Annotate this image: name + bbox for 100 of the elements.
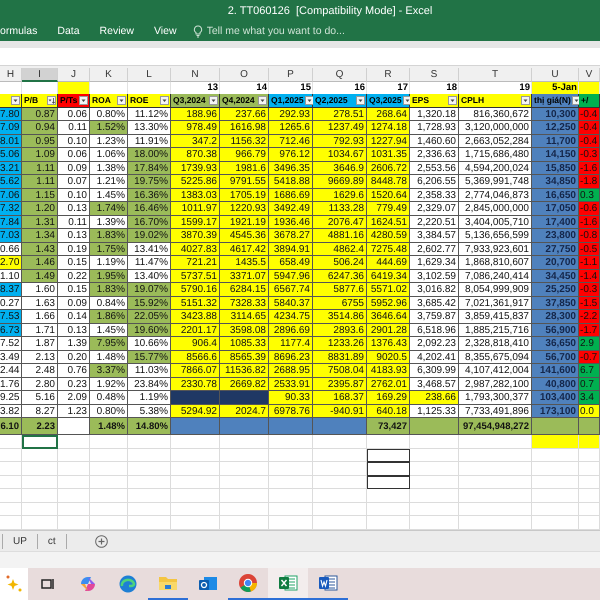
folder-icon[interactable] bbox=[158, 574, 178, 592]
document-icon[interactable] bbox=[318, 574, 338, 592]
filter-dropdown-icon[interactable] bbox=[209, 96, 218, 105]
table-cell: 5151.32 bbox=[171, 296, 220, 310]
selected-cell[interactable] bbox=[22, 435, 58, 449]
table-cell: 17,050 bbox=[532, 202, 579, 216]
column-header[interactable]: T bbox=[459, 68, 532, 82]
column-header[interactable]: N bbox=[171, 68, 220, 82]
column-header[interactable]: I bbox=[22, 68, 58, 82]
column-header[interactable]: H bbox=[0, 68, 22, 82]
sheet-tab[interactable]: ct bbox=[38, 534, 67, 549]
header-label: Q3,2025 bbox=[369, 95, 402, 106]
table-cell: 1616.98 bbox=[220, 121, 269, 135]
table-cell: 2,336.63 bbox=[410, 148, 459, 162]
table-cell: 40,800 bbox=[532, 378, 579, 392]
browser-icon[interactable] bbox=[118, 574, 138, 594]
table-cell: -1.4 bbox=[579, 270, 600, 284]
filter-dropdown-icon[interactable] bbox=[258, 96, 267, 105]
table-cell: 3870.39 bbox=[171, 229, 220, 243]
table-cell: 1.46 bbox=[22, 256, 58, 270]
table-cell: 7,733,491,896 bbox=[459, 404, 532, 418]
column-header[interactable]: R bbox=[367, 68, 410, 82]
table-cell: 6755 bbox=[313, 296, 367, 310]
table-cell: 1981.6 bbox=[220, 162, 269, 176]
filter-dropdown-icon[interactable] bbox=[356, 96, 365, 105]
table-cell: 2076.47 bbox=[313, 216, 367, 230]
column-header[interactable]: K bbox=[90, 68, 128, 82]
table-cell: 18.00% bbox=[128, 148, 171, 162]
column-header[interactable]: J bbox=[58, 68, 90, 82]
filter-dropdown-icon[interactable] bbox=[160, 96, 169, 105]
table-cell: 0.27 bbox=[0, 296, 22, 310]
table-cell: 3,759.87 bbox=[410, 310, 459, 324]
window-title: 2. TT060126 [Compatibility Mode] - Excel bbox=[226, 4, 432, 17]
table-cell: 0.11 bbox=[58, 216, 90, 230]
table-cell: 1624.51 bbox=[367, 216, 410, 230]
filter-dropdown-icon[interactable] bbox=[572, 96, 581, 105]
task-view-icon[interactable] bbox=[41, 577, 55, 591]
filter-dropdown-icon[interactable] bbox=[11, 96, 20, 105]
table-cell: 4027.83 bbox=[171, 242, 220, 256]
table-cell: 2,092.23 bbox=[410, 337, 459, 351]
ribbon-tab[interactable]: Data bbox=[47, 25, 90, 38]
table-cell: 34,850 bbox=[532, 175, 579, 189]
browser-icon[interactable] bbox=[238, 573, 258, 593]
ribbon-tab[interactable]: Review bbox=[90, 25, 144, 38]
column-header[interactable]: Q bbox=[313, 68, 367, 82]
table-cell: 1,793,300,377 bbox=[459, 391, 532, 405]
table-cell: 0.09 bbox=[58, 296, 90, 310]
table-cell: 1.49 bbox=[22, 270, 58, 284]
column-header[interactable]: V bbox=[579, 68, 600, 82]
table-cell: 2330.78 bbox=[171, 378, 220, 392]
table-cell: 3894.91 bbox=[269, 242, 313, 256]
column-header[interactable]: S bbox=[410, 68, 459, 82]
table-cell: 1.38% bbox=[90, 162, 128, 176]
table-cell: 0.13 bbox=[58, 202, 90, 216]
swirl-icon[interactable] bbox=[78, 574, 98, 594]
bordered-cell bbox=[367, 448, 410, 462]
table-cell: 1739.93 bbox=[171, 162, 220, 176]
table-cell: 6247.36 bbox=[313, 270, 367, 284]
sheet-tab[interactable]: UP bbox=[2, 534, 38, 549]
add-sheet-icon[interactable] bbox=[94, 534, 108, 548]
filter-dropdown-icon[interactable] bbox=[448, 96, 457, 105]
table-cell: 1085.33 bbox=[220, 337, 269, 351]
table-cell: 5737.51 bbox=[171, 270, 220, 284]
table-cell: -1.8 bbox=[579, 175, 600, 189]
table-cell: 0.48% bbox=[90, 391, 128, 405]
table-cell: 7328.33 bbox=[220, 296, 269, 310]
filter-dropdown-icon[interactable] bbox=[304, 96, 314, 105]
table-cell: 1,629.34 bbox=[410, 256, 459, 270]
table-cell: 3,404,005,710 bbox=[459, 216, 532, 230]
filter-dropdown-icon[interactable] bbox=[521, 96, 530, 105]
sort-filter-icon[interactable] bbox=[47, 96, 56, 105]
total-cell: 14.80% bbox=[128, 418, 171, 436]
table-cell: 6284.15 bbox=[220, 283, 269, 297]
table-cell: 0.80% bbox=[90, 108, 128, 122]
ribbon-tab[interactable]: ormulas bbox=[0, 25, 48, 38]
table-cell: 15,850 bbox=[532, 162, 579, 176]
ribbon-tab[interactable]: View bbox=[144, 25, 187, 38]
column-header[interactable]: L bbox=[128, 68, 171, 82]
table-cell: 1.19% bbox=[128, 391, 171, 405]
total-cell: 73,427 bbox=[367, 418, 410, 436]
table-cell: 11.03% bbox=[128, 364, 171, 378]
table-cell: 2.13 bbox=[22, 350, 58, 364]
mail-icon[interactable] bbox=[198, 575, 218, 593]
table-cell: 16,650 bbox=[532, 188, 579, 202]
spreadsheet-icon[interactable] bbox=[278, 574, 298, 592]
table-cell: 3.37% bbox=[90, 364, 128, 378]
filter-dropdown-icon[interactable] bbox=[402, 96, 412, 105]
table-cell: 1,320.18 bbox=[410, 108, 459, 122]
table-cell: 11,700 bbox=[532, 134, 579, 148]
column-header[interactable]: O bbox=[220, 68, 269, 82]
tell-me-field[interactable]: Tell me what you want to do... bbox=[192, 24, 377, 38]
filter-dropdown-icon[interactable] bbox=[117, 96, 126, 105]
column-header[interactable]: P bbox=[269, 68, 313, 82]
table-cell: 906.4 bbox=[171, 337, 220, 351]
table-cell: 1.66 bbox=[22, 310, 58, 324]
filter-dropdown-icon[interactable] bbox=[79, 96, 88, 105]
table-cell: 0.3 bbox=[579, 188, 600, 202]
column-header[interactable]: U bbox=[532, 68, 579, 82]
table-cell: 0.0 bbox=[579, 404, 600, 418]
table-cell: 976.12 bbox=[269, 148, 313, 162]
